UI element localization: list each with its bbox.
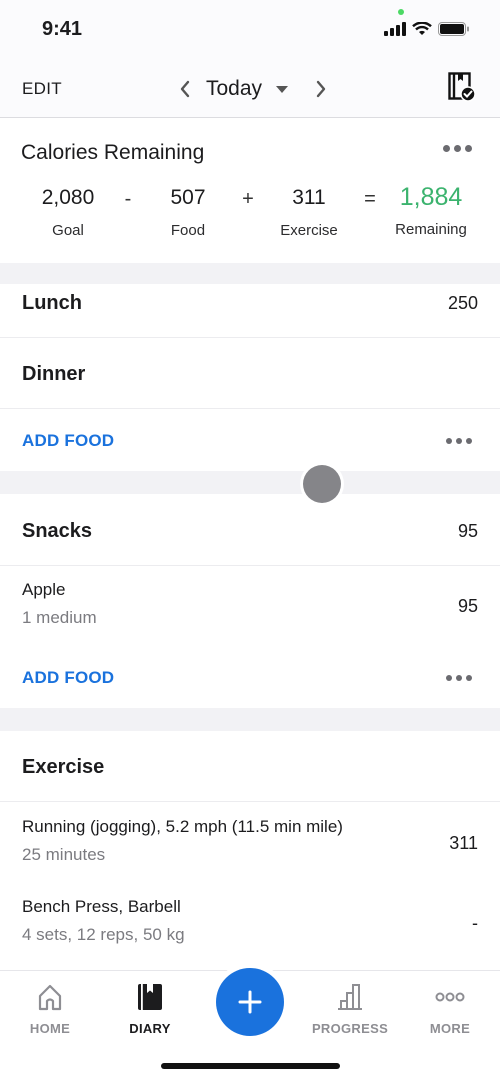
add-food-button[interactable]: ADD FOOD bbox=[22, 668, 114, 688]
goal-value: 2,080 bbox=[41, 186, 95, 209]
meal-calories: 95 bbox=[457, 521, 478, 541]
date-selector[interactable]: Today bbox=[206, 77, 262, 101]
tab-label: MORE bbox=[429, 1021, 471, 1036]
food-value: 507 bbox=[170, 186, 206, 209]
date-navigator: Today bbox=[170, 74, 336, 104]
calories-remaining-card[interactable]: Calories Remaining 2,080 Goal - 507 Food… bbox=[0, 118, 500, 263]
touch-indicator bbox=[303, 465, 341, 503]
exercise-calories: 311 bbox=[449, 833, 478, 853]
tab-label: PROGRESS bbox=[311, 1021, 389, 1036]
tab-progress[interactable]: PROGRESS bbox=[300, 981, 400, 1036]
home-icon bbox=[38, 984, 62, 1011]
tab-label: DIARY bbox=[129, 1021, 171, 1036]
section-name: Exercise bbox=[22, 756, 105, 778]
snacks-section-header[interactable]: Snacks 95 bbox=[0, 494, 500, 566]
chevron-right-icon bbox=[316, 80, 326, 98]
card-title: Calories Remaining bbox=[21, 141, 205, 164]
signal-icon bbox=[384, 22, 406, 36]
lunch-section-header[interactable]: Lunch 250 bbox=[0, 284, 500, 338]
progress-icon bbox=[338, 984, 362, 1010]
exercise-detail: 25 minutes bbox=[22, 845, 106, 864]
remaining-label: Remaining bbox=[395, 221, 467, 238]
food-entry-row[interactable]: Apple 1 medium 95 bbox=[0, 566, 500, 646]
plus-operator: + bbox=[242, 188, 254, 210]
exercise-section-header[interactable]: Exercise bbox=[0, 731, 500, 802]
privacy-indicator-dot bbox=[398, 9, 404, 15]
exercise-name: Running (jogging), 5.2 mph (11.5 min mil… bbox=[22, 817, 343, 836]
meal-calories: 250 bbox=[447, 293, 478, 313]
tab-home[interactable]: HOME bbox=[0, 981, 100, 1036]
diary-icon bbox=[138, 984, 162, 1010]
exercise-detail: 4 sets, 12 reps, 50 kg bbox=[22, 925, 185, 944]
equals-operator: = bbox=[364, 188, 376, 210]
tab-diary[interactable]: DIARY bbox=[100, 981, 200, 1036]
status-bar: 9:41 bbox=[0, 0, 500, 60]
food-name: Apple bbox=[22, 580, 66, 599]
status-icons bbox=[384, 22, 470, 36]
wifi-icon bbox=[412, 22, 432, 35]
meal-name: Lunch bbox=[22, 292, 82, 314]
tab-more[interactable]: MORE bbox=[400, 981, 500, 1036]
exercise-label: Exercise bbox=[280, 222, 338, 239]
exercise-value: 311 bbox=[292, 186, 326, 209]
chevron-left-icon bbox=[180, 80, 190, 98]
minus-operator: - bbox=[124, 188, 132, 210]
meal-name: Snacks bbox=[22, 520, 93, 542]
previous-day-button[interactable] bbox=[170, 74, 200, 104]
more-options-icon[interactable] bbox=[446, 438, 472, 444]
exercise-name: Bench Press, Barbell bbox=[22, 897, 181, 916]
exercise-entry-row[interactable]: Bench Press, Barbell 4 sets, 12 reps, 50… bbox=[0, 882, 500, 970]
edit-button[interactable]: EDIT bbox=[22, 79, 62, 99]
exercise-column: 311 Exercise bbox=[259, 186, 359, 239]
meal-name: Dinner bbox=[22, 363, 86, 385]
more-options-icon[interactable] bbox=[443, 145, 472, 152]
home-indicator bbox=[161, 1063, 340, 1069]
remaining-value: 1,884 bbox=[399, 183, 463, 211]
dinner-add-food-row: ADD FOOD bbox=[0, 409, 500, 471]
plus-icon bbox=[238, 990, 262, 1014]
food-calories: 95 bbox=[457, 596, 478, 616]
goal-column: 2,080 Goal bbox=[18, 186, 118, 239]
diary-check-icon bbox=[448, 72, 476, 102]
exercise-calories: - bbox=[472, 913, 478, 933]
dinner-section-header[interactable]: Dinner bbox=[0, 338, 500, 409]
food-serving: 1 medium bbox=[22, 608, 97, 627]
status-time: 9:41 bbox=[42, 18, 83, 40]
food-column: 507 Food bbox=[138, 186, 238, 239]
diary-header: EDIT Today bbox=[0, 60, 500, 118]
food-label: Food bbox=[170, 222, 206, 239]
next-day-button[interactable] bbox=[306, 74, 336, 104]
complete-diary-button[interactable] bbox=[448, 72, 476, 107]
exercise-entry-row[interactable]: Running (jogging), 5.2 mph (11.5 min mil… bbox=[0, 802, 500, 882]
battery-icon bbox=[438, 22, 469, 36]
snacks-add-food-row: ADD FOOD bbox=[0, 646, 500, 708]
tab-label: HOME bbox=[29, 1021, 71, 1036]
goal-label: Goal bbox=[52, 222, 84, 239]
quick-add-button[interactable] bbox=[216, 968, 284, 1036]
remaining-column: 1,884 Remaining bbox=[381, 183, 481, 238]
caret-down-icon[interactable] bbox=[276, 85, 289, 93]
add-food-button[interactable]: ADD FOOD bbox=[22, 431, 114, 451]
more-options-icon[interactable] bbox=[446, 675, 472, 681]
more-icon bbox=[435, 992, 465, 1002]
